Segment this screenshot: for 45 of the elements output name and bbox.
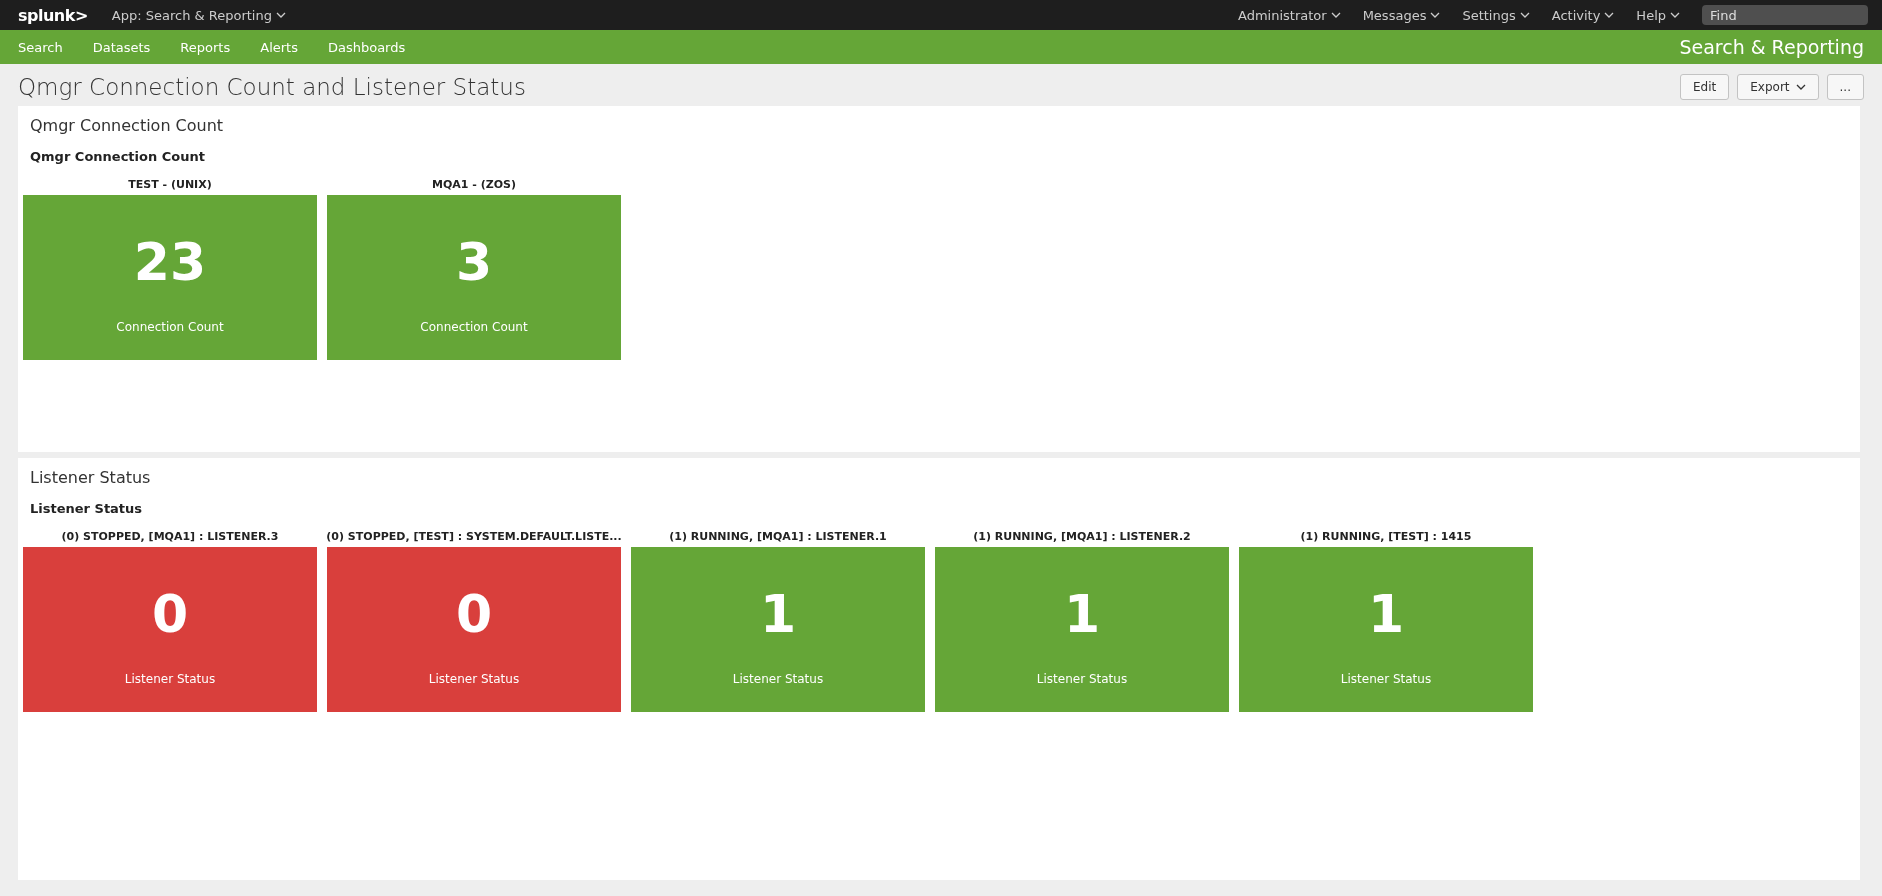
tile-value: 0 [151, 583, 189, 644]
menu-item[interactable]: Help [1636, 7, 1680, 23]
tile-heading: (1) RUNNING, [TEST] : 1415 [1300, 530, 1472, 543]
tile-caption: Connection Count [420, 319, 528, 334]
tile-value: 1 [1063, 583, 1101, 644]
tile-caption: Listener Status [428, 671, 520, 686]
tile-heading: TEST - (UNIX) [128, 178, 212, 191]
caret-icon [1795, 84, 1806, 90]
visualization-title: Qmgr Connection Count [29, 149, 206, 164]
tile-caption: Listener Status [1036, 671, 1128, 686]
dashboard-title: Qmgr Connection Count and Listener Status [18, 74, 527, 100]
caret-icon [1519, 12, 1530, 18]
tile-value: 23 [133, 231, 207, 292]
tile-heading: MQA1 - (ZOS) [432, 178, 516, 191]
visualization-title: Listener Status [29, 501, 144, 516]
caret-icon [1430, 12, 1441, 18]
search-field[interactable]: Find [1702, 5, 1868, 25]
caret-icon [1604, 12, 1615, 18]
menu-item[interactable]: Settings [1462, 7, 1530, 23]
dropdown-button[interactable]: Export [1737, 74, 1819, 100]
menu-item[interactable]: Administrator [1238, 7, 1341, 23]
caret-icon [1670, 12, 1680, 18]
tile-heading: (0) STOPPED, [MQA1] : LISTENER.3 [61, 530, 279, 543]
tile-value: 1 [1367, 583, 1405, 644]
tile-value: 3 [455, 231, 493, 292]
tile-caption: Listener Status [124, 671, 216, 686]
tile-caption: Connection Count [116, 319, 224, 334]
caret-icon [1330, 12, 1341, 18]
button[interactable]: Edit [1680, 74, 1730, 100]
tile-heading: (1) RUNNING, [MQA1] : LISTENER.1 [669, 530, 887, 543]
caret-icon [275, 12, 286, 18]
app-title: Search & Reporting [1679, 36, 1864, 58]
tile-value: 0 [455, 583, 493, 644]
tile-value: 1 [759, 583, 797, 644]
button[interactable]: ... [1826, 74, 1864, 100]
tile-caption: Listener Status [732, 671, 824, 686]
tile-heading: (0) STOPPED, [TEST] : SYSTEM.DEFAULT.LISTE... [326, 530, 622, 543]
tile-caption: Listener Status [1340, 671, 1432, 686]
panel-title: Listener Status [29, 468, 152, 487]
menu-item[interactable]: Activity [1551, 7, 1615, 23]
menu-item[interactable]: Messages [1362, 7, 1441, 23]
panel-title: Qmgr Connection Count [29, 116, 225, 135]
logo[interactable]: splunk> [18, 5, 88, 25]
app-menu[interactable]: App: Search & Reporting [111, 7, 286, 23]
tile-heading: (1) RUNNING, [MQA1] : LISTENER.2 [973, 530, 1191, 543]
